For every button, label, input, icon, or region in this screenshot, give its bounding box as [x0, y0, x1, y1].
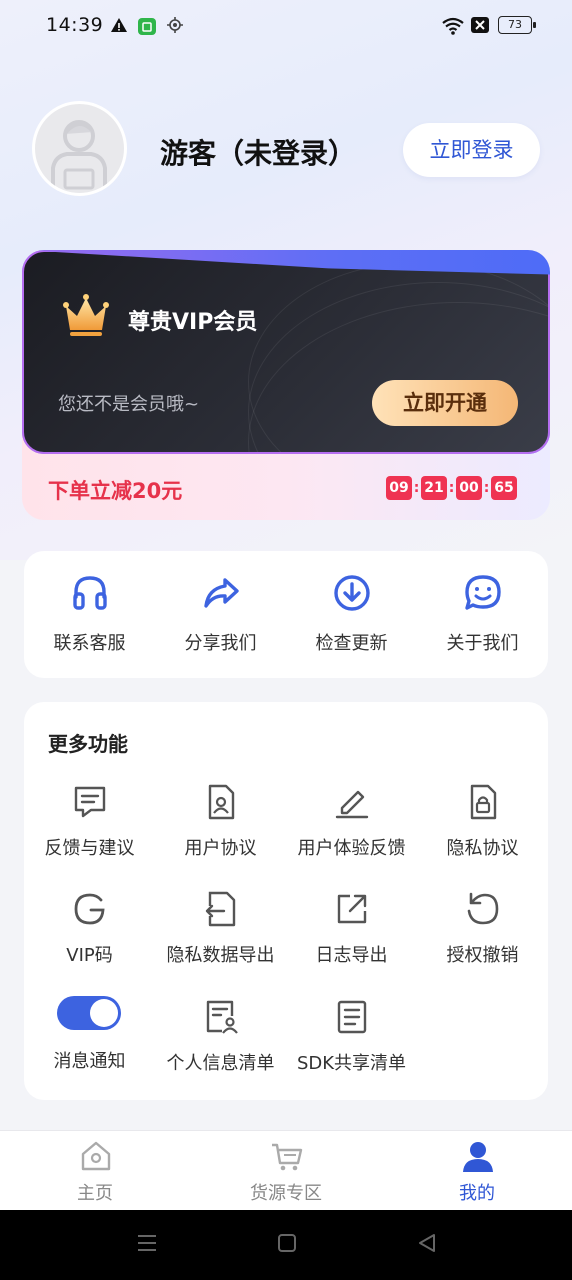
battery-indicator: 73 — [498, 16, 536, 34]
edit-icon — [335, 790, 369, 819]
alert-icon — [111, 18, 127, 32]
avatar[interactable] — [32, 101, 127, 196]
quick-action-label: 分享我们 — [184, 633, 257, 654]
feature-label: 消息通知 — [53, 1051, 126, 1072]
experience-feedback-button[interactable]: 用户体验反馈 — [286, 783, 417, 883]
personal-info-list-button[interactable]: 个人信息清单 — [155, 998, 286, 1098]
log-export-button[interactable]: 日志导出 — [286, 890, 417, 990]
feature-label: 隐私协议 — [446, 838, 519, 859]
privacy-lock-icon — [470, 784, 497, 820]
user-icon — [463, 1142, 493, 1172]
feature-label: SDK共享清单 — [296, 1053, 407, 1074]
vip-title: 尊贵VIP会员 — [128, 310, 258, 335]
feature-label: 日志导出 — [315, 945, 388, 966]
countdown-centiseconds: 65 — [491, 476, 517, 500]
cart-icon — [272, 1143, 303, 1171]
menu-icon[interactable] — [136, 1232, 158, 1254]
home-square-icon[interactable] — [276, 1232, 298, 1254]
personal-info-icon — [206, 1000, 238, 1034]
nav-label: 主页 — [77, 1183, 113, 1204]
nav-supply[interactable]: 货源专区 — [191, 1131, 381, 1211]
sdk-share-list-button[interactable]: SDK共享清单 — [286, 998, 417, 1098]
vip-card[interactable]: 尊贵VIP会员 您还不是会员哦~ 立即开通 — [22, 250, 550, 454]
feature-label: 用户协议 — [184, 838, 257, 859]
revoke-authorization-button[interactable]: 授权撤销 — [417, 890, 548, 990]
status-time: 14:39 — [46, 14, 104, 36]
quick-action-label: 关于我们 — [446, 633, 519, 654]
countdown-hours: 09 — [386, 476, 412, 500]
bottom-nav: 主页 货源专区 我的 — [0, 1130, 572, 1210]
app-notification-icon — [138, 18, 156, 35]
vip-section: 尊贵VIP会员 您还不是会员哦~ 立即开通 下单立减20元 09 : 21 : … — [22, 250, 550, 520]
crown-icon — [63, 294, 109, 336]
countdown-seconds: 00 — [456, 476, 482, 500]
section-title: 更多功能 — [48, 732, 128, 756]
wifi-icon — [442, 17, 464, 35]
location-icon — [167, 17, 183, 33]
feature-label: 授权撤销 — [446, 945, 519, 966]
home-icon — [81, 1141, 111, 1171]
nav-label: 我的 — [459, 1183, 495, 1204]
quick-action-label: 检查更新 — [315, 633, 388, 654]
g-icon — [74, 893, 105, 925]
system-nav-bar — [0, 1210, 572, 1280]
status-bar: 14:39 73 — [0, 0, 572, 52]
nav-label: 货源专区 — [250, 1183, 322, 1204]
privacy-export-button[interactable]: 隐私数据导出 — [155, 890, 286, 990]
notification-toggle[interactable] — [57, 996, 121, 1030]
feature-label: 个人信息清单 — [166, 1053, 275, 1074]
contact-support-button[interactable]: 联系客服 — [24, 551, 155, 678]
vip-code-button[interactable]: VIP码 — [24, 890, 155, 990]
no-sim-icon — [471, 17, 489, 33]
quick-actions-card: 联系客服 分享我们 检查更新 关于我们 — [24, 551, 548, 678]
feature-label: VIP码 — [66, 945, 113, 966]
user-agreement-button[interactable]: 用户协议 — [155, 783, 286, 883]
promo-text: 下单立减20元 — [48, 479, 183, 503]
undo-icon — [467, 892, 499, 925]
feedback-icon — [74, 786, 106, 818]
vip-subtitle: 您还不是会员哦~ — [58, 394, 200, 415]
vip-activate-button[interactable]: 立即开通 — [372, 380, 518, 426]
about-us-button[interactable]: 关于我们 — [417, 551, 548, 678]
more-features-card: 更多功能 反馈与建议 用户协议 用户体验反馈 隐私协议 VIP码 隐私数据导出 … — [24, 702, 548, 1100]
quick-action-label: 联系客服 — [53, 633, 126, 654]
countdown-minutes: 21 — [421, 476, 447, 500]
privacy-agreement-button[interactable]: 隐私协议 — [417, 783, 548, 883]
feature-label: 用户体验反馈 — [297, 838, 406, 859]
headset-icon — [73, 576, 107, 610]
external-link-icon — [337, 894, 367, 924]
username: 游客（未登录） — [160, 137, 357, 170]
back-icon[interactable] — [416, 1232, 438, 1254]
notification-toggle-item: 消息通知 — [24, 996, 155, 1096]
feedback-button[interactable]: 反馈与建议 — [24, 783, 155, 883]
login-button[interactable]: 立即登录 — [403, 123, 540, 177]
download-icon — [334, 575, 370, 611]
nav-mine[interactable]: 我的 — [382, 1131, 572, 1211]
share-icon — [204, 578, 239, 608]
list-icon — [337, 1000, 367, 1034]
toggle-knob — [90, 999, 118, 1027]
default-avatar-icon — [51, 120, 107, 193]
feature-label: 反馈与建议 — [44, 838, 135, 859]
user-agreement-icon — [208, 784, 235, 820]
nav-home[interactable]: 主页 — [0, 1131, 190, 1211]
countdown-timer: 09 : 21 : 00 : 65 — [386, 476, 517, 500]
feature-label: 隐私数据导出 — [166, 945, 275, 966]
export-icon — [205, 891, 236, 927]
smile-icon — [465, 575, 501, 610]
share-button[interactable]: 分享我们 — [155, 551, 286, 678]
check-update-button[interactable]: 检查更新 — [286, 551, 417, 678]
